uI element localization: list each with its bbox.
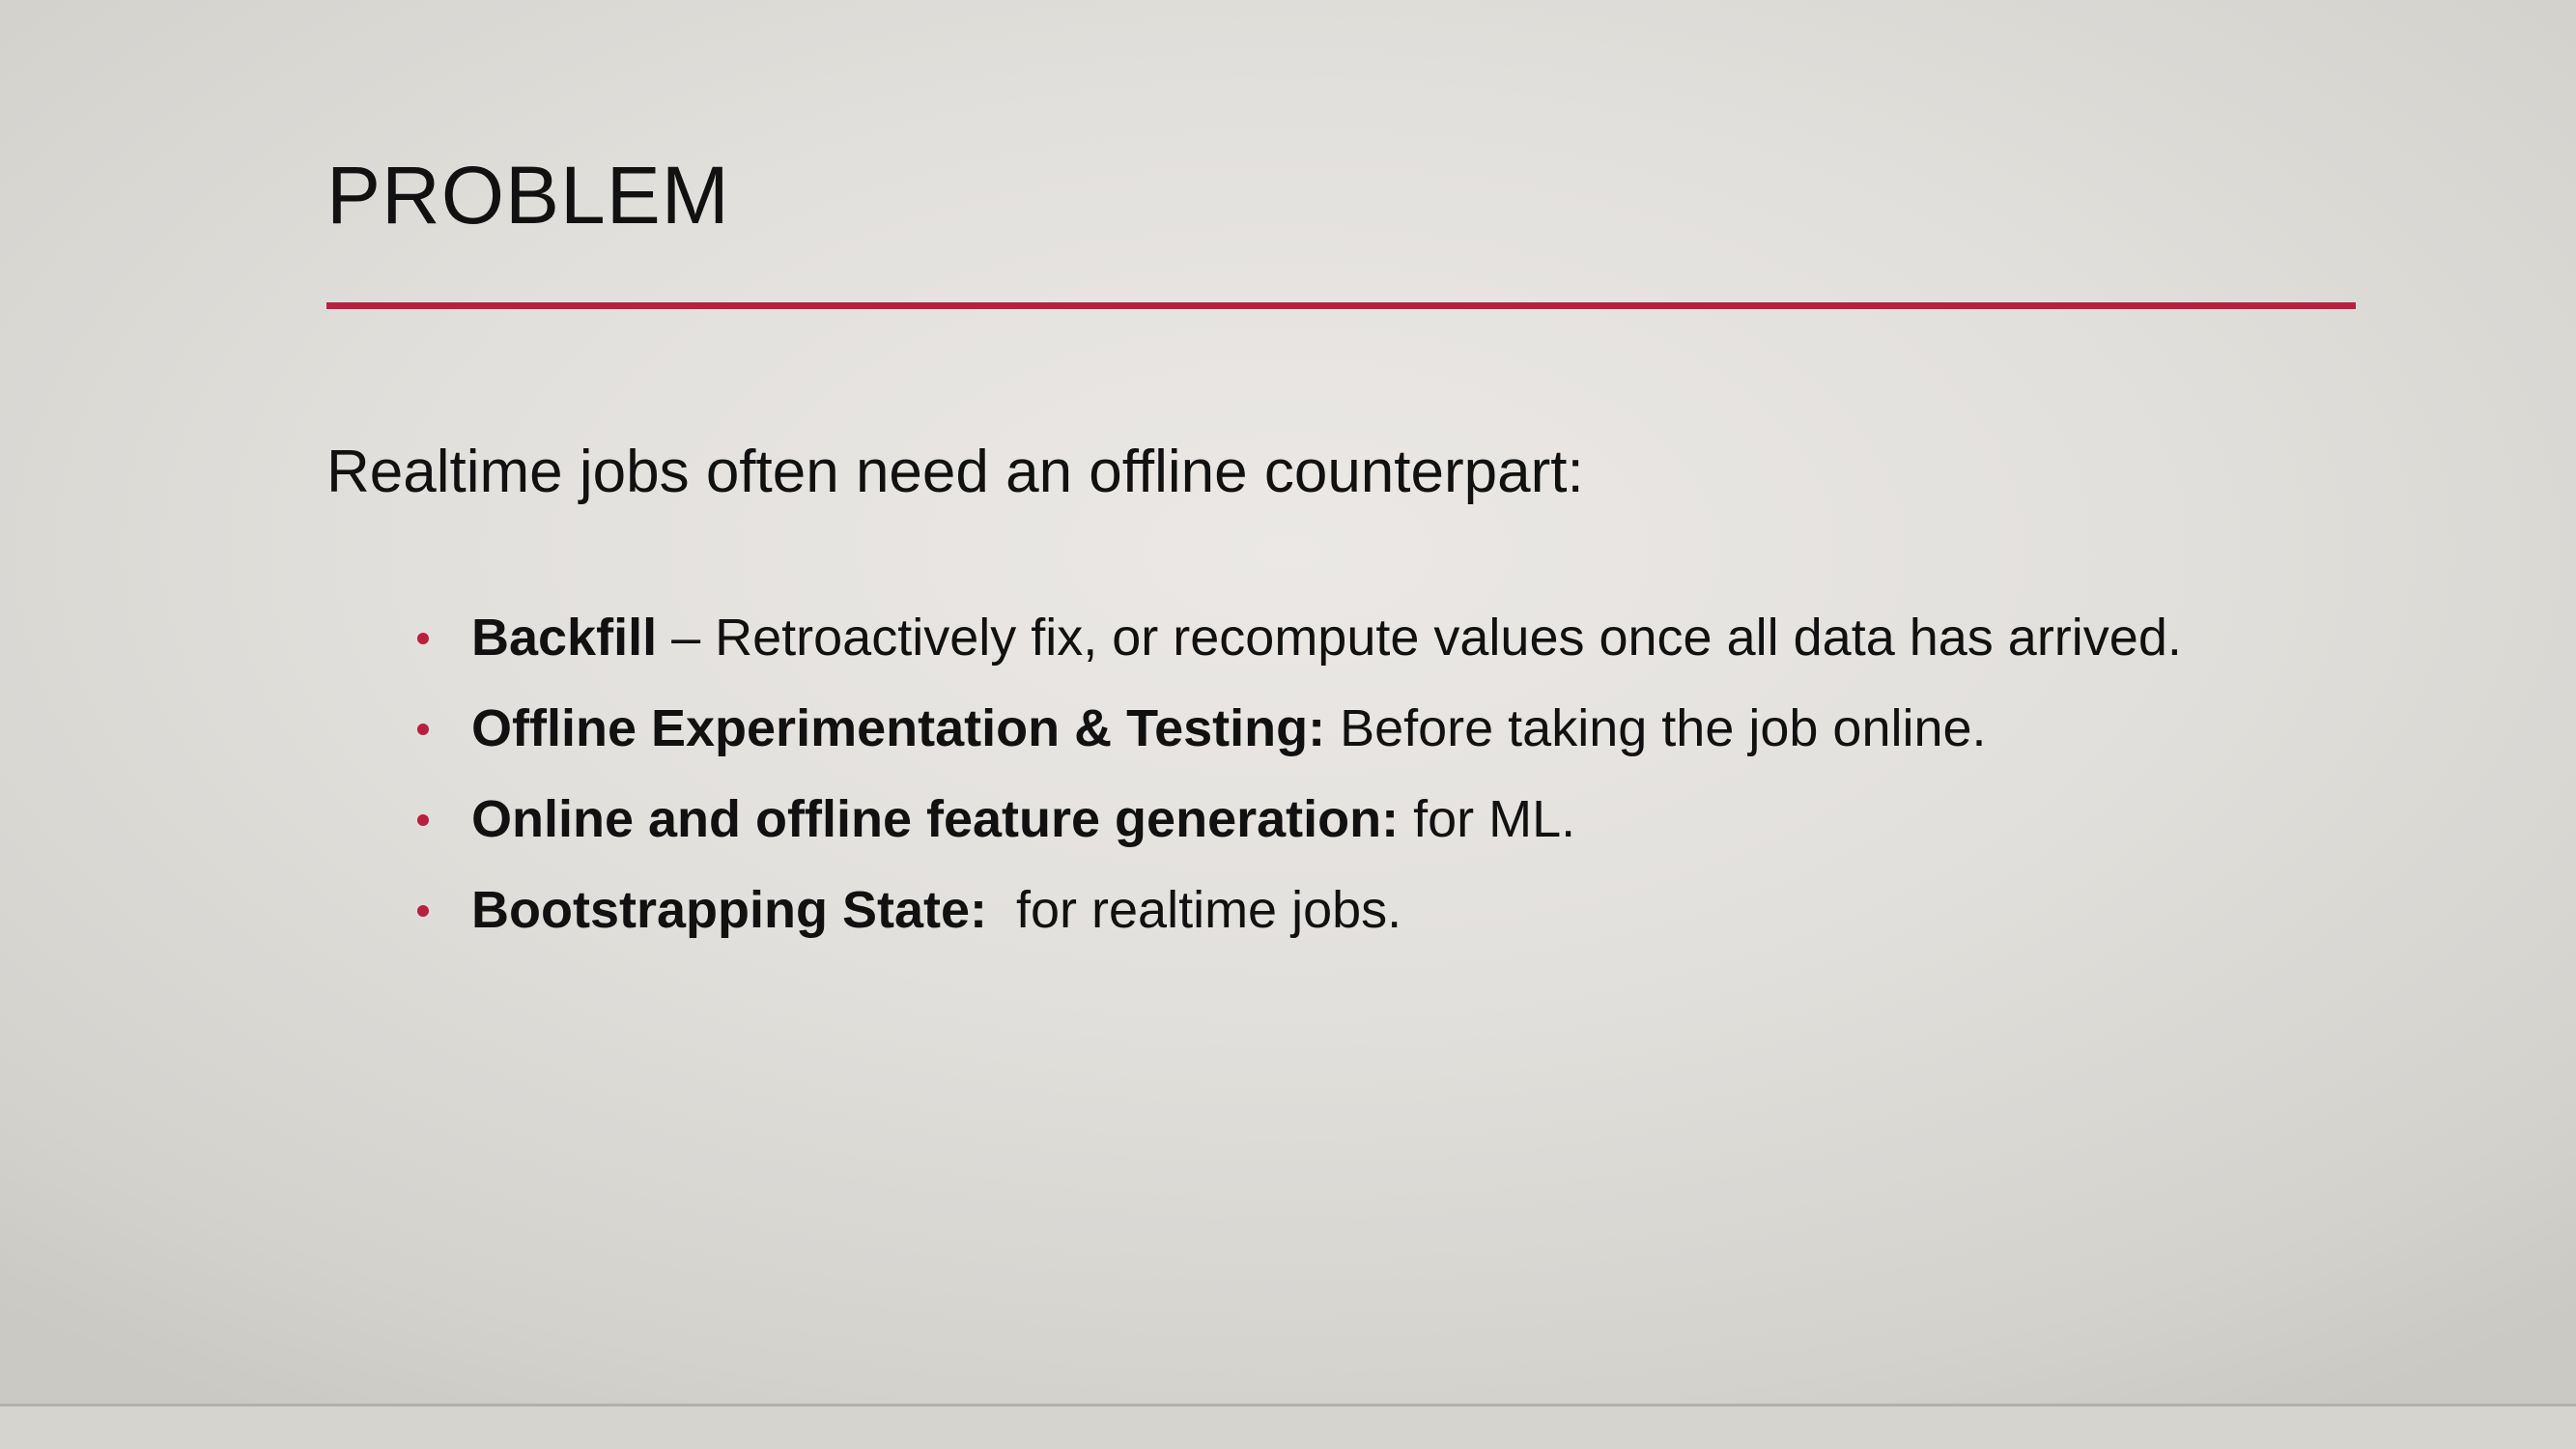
bullet-description: for ML. (1399, 790, 1576, 848)
bullet-term: Backfill (471, 609, 658, 667)
bullet-description: for realtime jobs. (987, 881, 1402, 939)
bullet-text: Bootstrapping State: for realtime jobs. (471, 871, 1401, 949)
bullet-dot-icon (417, 905, 429, 917)
title-divider (326, 302, 2356, 309)
bullet-dot-icon (417, 633, 429, 644)
slide-title: PROBLEM (326, 150, 730, 241)
bullet-text: Online and offline feature generation: f… (471, 781, 1575, 858)
bullet-text: Offline Experimentation & Testing: Befor… (471, 690, 1987, 767)
bullet-dot-icon (417, 724, 429, 735)
bullet-term: Bootstrapping State: (471, 881, 987, 939)
bullet-term: Offline Experimentation & Testing: (471, 699, 1326, 757)
intro-text: Realtime jobs often need an offline coun… (326, 439, 1584, 505)
slide: PROBLEM Realtime jobs often need an offl… (0, 0, 2576, 1404)
bottom-band (0, 1404, 2576, 1449)
bullet-description: – Retroactively fix, or recompute values… (657, 609, 2182, 667)
bullet-description: Before taking the job online. (1325, 699, 1987, 757)
bullet-dot-icon (417, 814, 429, 826)
bullet-term: Online and offline feature generation: (471, 790, 1400, 848)
bullet-text: Backfill – Retroactively fix, or recompu… (471, 599, 2182, 676)
